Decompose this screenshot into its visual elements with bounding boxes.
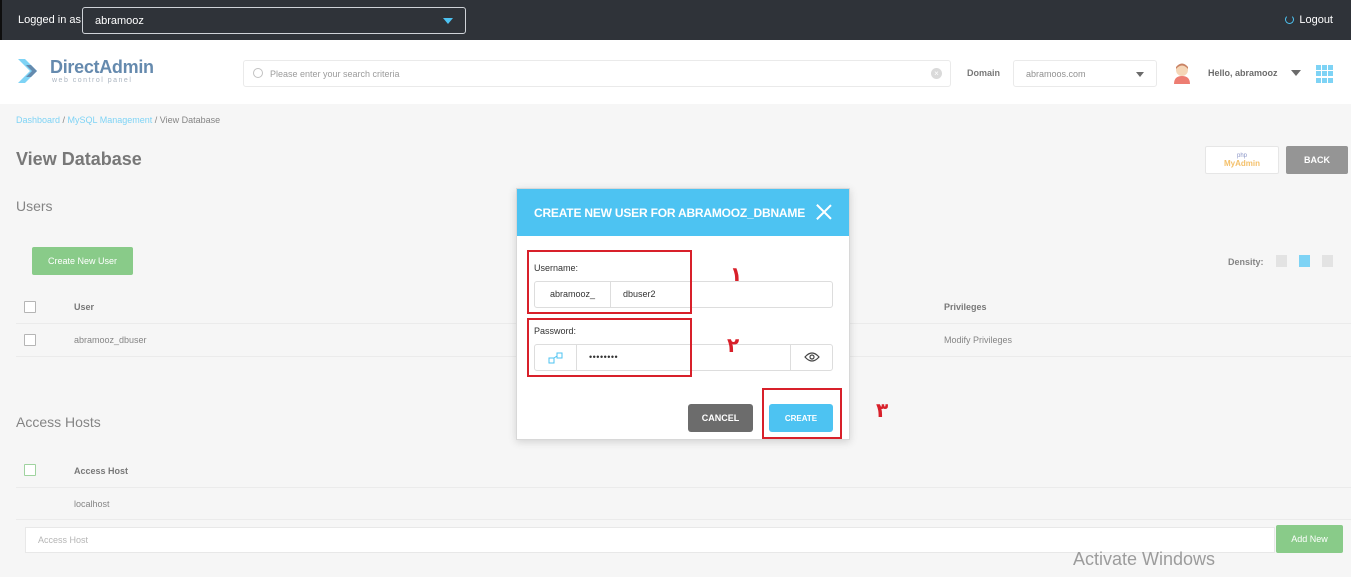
activate-windows-watermark: Activate Windows bbox=[1073, 549, 1216, 569]
user-select[interactable]: abramooz bbox=[82, 7, 466, 34]
annotation-box-create bbox=[762, 388, 842, 439]
logged-in-label: Logged in as bbox=[18, 14, 81, 26]
top-bar: Logged in as abramooz Logout bbox=[0, 0, 1351, 40]
logout-label: Logout bbox=[1299, 14, 1333, 26]
modal-header: CREATE NEW USER FOR ABRAMOOZ_DBNAME bbox=[517, 189, 849, 236]
caret-down-icon bbox=[443, 18, 453, 24]
annotation-box-username bbox=[527, 250, 692, 314]
show-password-button[interactable] bbox=[790, 345, 832, 370]
annotation-step-1: ١ bbox=[730, 262, 743, 286]
modal-title: CREATE NEW USER FOR ABRAMOOZ_DBNAME bbox=[534, 206, 805, 220]
annotation-box-password bbox=[527, 318, 692, 377]
eye-icon bbox=[804, 352, 820, 362]
cancel-button[interactable]: CANCEL bbox=[688, 404, 753, 432]
annotation-step-2: ٢ bbox=[727, 333, 740, 357]
close-icon[interactable] bbox=[815, 203, 833, 221]
annotation-step-3: ٣ bbox=[876, 398, 889, 422]
logout-link[interactable]: Logout bbox=[1285, 14, 1333, 26]
user-select-value: abramooz bbox=[95, 15, 144, 27]
power-icon bbox=[1285, 15, 1295, 24]
